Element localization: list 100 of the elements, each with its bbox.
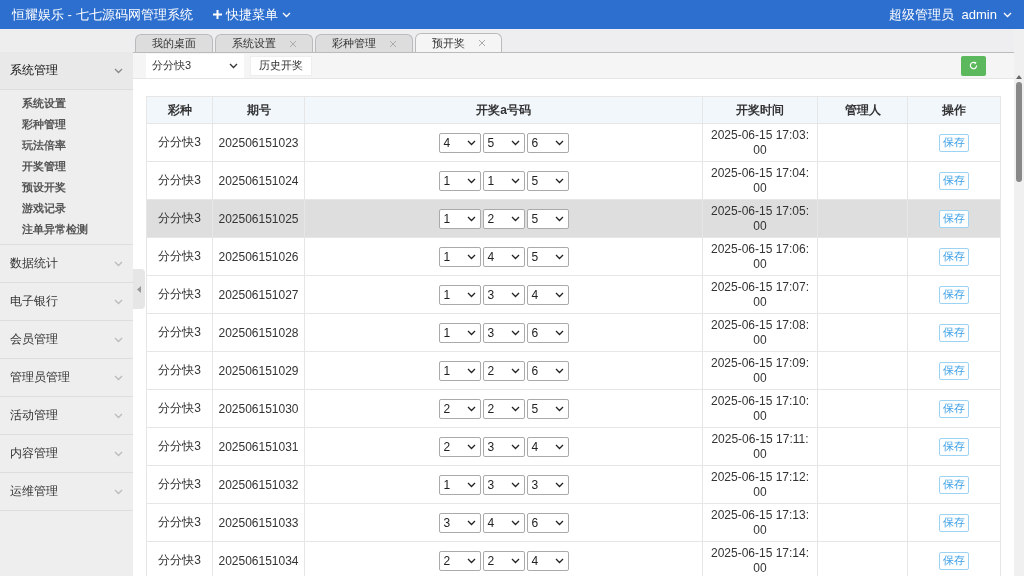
number-select[interactable]: 5 <box>526 246 569 267</box>
chevron-down-icon <box>510 367 520 374</box>
table-cell: 202506151027 <box>212 275 305 314</box>
table-row[interactable]: 分分快3 202506151033 3 4 6 2025-06-15 17:13:00 保存 <box>146 503 1001 542</box>
table-row[interactable]: 分分快3 202506151023 4 5 6 2025-06-15 17:03:00 保存 <box>146 123 1001 162</box>
draw-time: 2025-06-15 17:14:00 <box>709 545 811 576</box>
draw-time: 2025-06-15 17:06:00 <box>709 241 811 272</box>
number-select[interactable]: 6 <box>526 360 569 381</box>
chevron-down-icon <box>510 443 520 450</box>
number-select[interactable]: 5 <box>482 132 525 153</box>
number-select[interactable]: 2 <box>482 398 525 419</box>
chevron-down-icon <box>554 367 564 374</box>
collapse-handle[interactable] <box>133 269 145 309</box>
number-select[interactable]: 2 <box>438 398 481 419</box>
number-select[interactable]: 2 <box>438 436 481 457</box>
number-select[interactable]: 4 <box>526 284 569 305</box>
chevron-down-icon <box>466 177 476 184</box>
chevron-down-icon <box>554 405 564 412</box>
number-select[interactable]: 4 <box>482 512 525 533</box>
chevron-down-icon <box>114 260 123 267</box>
quick-menu-button[interactable]: 快捷菜单 <box>212 5 291 24</box>
sidebar-item[interactable]: 玩法倍率 <box>0 135 133 156</box>
table-row[interactable]: 分分快3 202506151028 1 3 6 2025-06-15 17:08:00 保存 <box>146 313 1001 352</box>
chevron-down-icon <box>281 11 291 18</box>
sidebar-item[interactable]: 彩种管理 <box>0 114 133 135</box>
number-select[interactable]: 3 <box>482 322 525 343</box>
table-row[interactable]: 分分快3 202506151030 2 2 5 2025-06-15 17:10:00 保存 <box>146 389 1001 428</box>
refresh-button[interactable] <box>961 55 986 76</box>
number-select[interactable]: 4 <box>526 550 569 571</box>
page-tab[interactable]: 系统设置 <box>215 34 313 52</box>
number-select[interactable]: 1 <box>438 360 481 381</box>
chevron-down-icon <box>466 443 476 450</box>
number-select[interactable]: 3 <box>482 474 525 495</box>
lottery-select[interactable]: 分分快3 <box>146 53 244 78</box>
number-select[interactable]: 1 <box>438 284 481 305</box>
table-cell: 分分快3 <box>146 389 213 428</box>
sidebar-item[interactable]: 预设开奖 <box>0 177 133 198</box>
number-select[interactable]: 1 <box>438 170 481 191</box>
table-row[interactable]: 分分快3 202506151024 1 1 5 2025-06-15 17:04:00 保存 <box>146 161 1001 200</box>
number-select[interactable]: 6 <box>526 132 569 153</box>
number-select[interactable]: 1 <box>438 322 481 343</box>
history-button[interactable]: 历史开奖 <box>250 55 312 76</box>
table-row[interactable]: 分分快3 202506151034 2 2 4 2025-06-15 17:14:00 保存 <box>146 541 1001 576</box>
number-select[interactable]: 2 <box>482 208 525 229</box>
number-select[interactable]: 1 <box>438 208 481 229</box>
number-select[interactable]: 5 <box>526 398 569 419</box>
sidebar-item[interactable]: 注单异常检测 <box>0 219 133 240</box>
table-cell: 分分快3 <box>146 275 213 314</box>
table-cell: 202506151029 <box>212 351 305 390</box>
table-row[interactable]: 分分快3 202506151032 1 3 3 2025-06-15 17:12:00 保存 <box>146 465 1001 504</box>
page-tab[interactable]: 彩种管理 <box>315 34 413 52</box>
table-row[interactable]: 分分快3 202506151029 1 2 6 2025-06-15 17:09:00 保存 <box>146 351 1001 390</box>
table-cell: 分分快3 <box>146 503 213 542</box>
draw-time: 2025-06-15 17:12:00 <box>709 469 811 500</box>
table-row[interactable]: 分分快3 202506151031 2 3 4 2025-06-15 17:11:00 保存 <box>146 427 1001 466</box>
draw-time: 2025-06-15 17:05:00 <box>709 203 811 234</box>
number-select[interactable]: 3 <box>526 474 569 495</box>
table-cell: 分分快3 <box>146 237 213 276</box>
chevron-down-icon <box>554 177 564 184</box>
scroll-up-icon <box>1016 75 1022 79</box>
user-menu-button[interactable]: admin <box>961 7 1012 22</box>
chevron-down-icon <box>466 291 476 298</box>
chevron-down-icon <box>554 291 564 298</box>
chevron-down-icon <box>466 481 476 488</box>
chevron-down-icon <box>510 329 520 336</box>
number-select[interactable]: 6 <box>526 512 569 533</box>
table-cell: 分分快3 <box>146 351 213 390</box>
number-select[interactable]: 1 <box>438 474 481 495</box>
number-select[interactable]: 6 <box>526 322 569 343</box>
number-select[interactable]: 4 <box>526 436 569 457</box>
number-select[interactable]: 5 <box>526 208 569 229</box>
table-cell: 分分快3 <box>146 161 213 200</box>
table-row[interactable]: 分分快3 202506151025 1 2 5 2025-06-15 17:05:00 保存 <box>146 199 1001 238</box>
chevron-down-icon <box>466 329 476 336</box>
page-tab[interactable]: 预开奖 <box>415 33 502 52</box>
number-select[interactable]: 1 <box>482 170 525 191</box>
number-select[interactable]: 2 <box>482 360 525 381</box>
table-cell: 202506151024 <box>212 161 305 200</box>
number-select[interactable]: 5 <box>526 170 569 191</box>
table-row[interactable]: 分分快3 202506151026 1 4 5 2025-06-15 17:06:00 保存 <box>146 237 1001 276</box>
number-select[interactable]: 3 <box>482 436 525 457</box>
number-select[interactable]: 4 <box>438 132 481 153</box>
column-header: 操作 <box>907 96 1001 124</box>
sidebar-item[interactable]: 开奖管理 <box>0 156 133 177</box>
number-select[interactable]: 2 <box>482 550 525 571</box>
number-select[interactable]: 3 <box>482 284 525 305</box>
chevron-down-icon <box>510 291 520 298</box>
scrollbar[interactable] <box>1014 29 1024 576</box>
sidebar-item[interactable]: 游戏记录 <box>0 198 133 219</box>
number-select[interactable]: 2 <box>438 550 481 571</box>
chevron-down-icon <box>466 557 476 564</box>
sidebar-group[interactable]: 系统管理 <box>0 52 133 90</box>
table-row[interactable]: 分分快3 202506151027 1 3 4 2025-06-15 17:07:00 保存 <box>146 275 1001 314</box>
number-select[interactable]: 4 <box>482 246 525 267</box>
page-tab[interactable]: 我的桌面 <box>135 34 213 52</box>
chevron-down-icon <box>510 215 520 222</box>
number-select[interactable]: 3 <box>438 512 481 533</box>
number-select[interactable]: 1 <box>438 246 481 267</box>
sidebar-item[interactable]: 系统设置 <box>0 93 133 114</box>
close-icon <box>290 40 296 47</box>
